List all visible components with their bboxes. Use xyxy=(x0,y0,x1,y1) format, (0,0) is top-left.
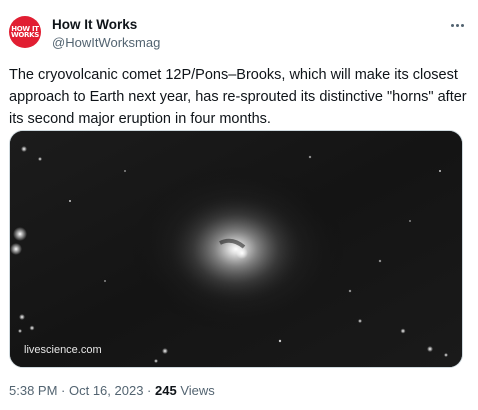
author-handle[interactable]: @HowItWorksmag xyxy=(52,35,160,50)
tweet-metadata: 5:38 PM · Oct 16, 2023 · 245 Views xyxy=(9,383,215,398)
media-watermark: livescience.com xyxy=(24,344,102,356)
meta-separator: · xyxy=(143,383,155,398)
tweet-text: The cryovolcanic comet 12P/Pons–Brooks, … xyxy=(9,67,467,127)
more-options-button[interactable] xyxy=(446,14,468,36)
tweet-card: HOW IT WORKS How It Works @HowItWorksmag… xyxy=(0,0,478,410)
avatar[interactable]: HOW IT WORKS xyxy=(9,16,41,48)
author-display-name[interactable]: How It Works xyxy=(52,17,137,32)
views-label: Views xyxy=(176,383,215,398)
more-horizontal-icon xyxy=(450,23,465,27)
timestamp-link[interactable]: 5:38 PM · Oct 16, 2023 xyxy=(9,383,143,398)
meta-separator: · xyxy=(57,383,69,398)
avatar-logo-line2: WORKS xyxy=(10,31,40,39)
tweet-media-image[interactable]: livescience.com xyxy=(9,130,463,368)
views-count[interactable]: 245 xyxy=(155,383,177,398)
tweet-time: 5:38 PM xyxy=(9,383,58,398)
tweet-date: Oct 16, 2023 xyxy=(68,383,144,398)
comet-photo xyxy=(10,131,462,367)
